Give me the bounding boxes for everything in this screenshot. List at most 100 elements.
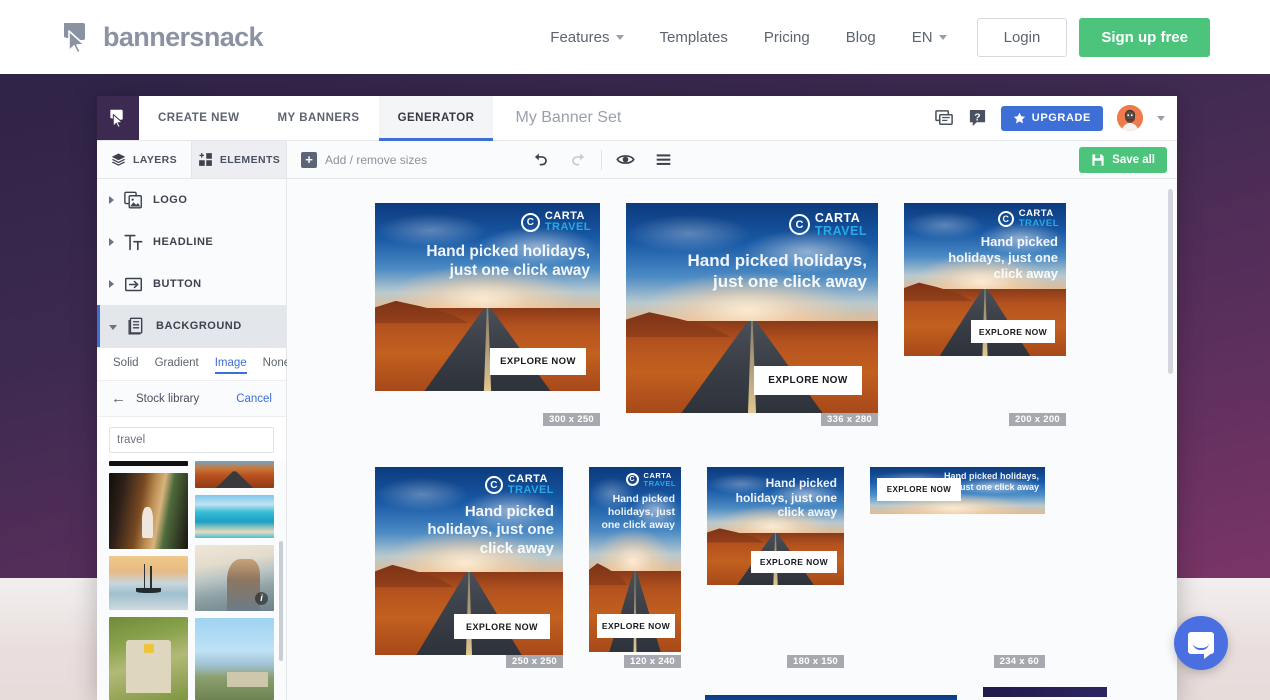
thumb-coast-path-sign[interactable]: [109, 616, 188, 700]
banner-headline[interactable]: Hand picked holidays, just one click awa…: [402, 503, 554, 558]
banner-logo[interactable]: C CARTA TRAVEL: [484, 473, 554, 496]
banner-logo[interactable]: C CARTA TRAVEL: [997, 209, 1059, 228]
chevron-right-icon: [109, 196, 114, 204]
panel-tab-layers[interactable]: LAYERS: [97, 141, 192, 178]
background-layer-icon: [128, 317, 143, 335]
search-input[interactable]: [117, 434, 271, 446]
redo-icon[interactable]: [559, 141, 597, 179]
carta-logo-text: CARTA TRAVEL: [545, 210, 591, 233]
banner-set-name-field[interactable]: My Banner Set: [493, 96, 621, 140]
banner-grid: C CARTA TRAVEL Hand picked holidays, jus…: [287, 203, 1177, 700]
info-icon[interactable]: i: [255, 592, 268, 606]
preview-eye-icon[interactable]: [606, 141, 644, 179]
nav-item-templates[interactable]: Templates: [642, 29, 746, 46]
carta-logo-mark: C: [484, 476, 503, 495]
banner-preview-300x250[interactable]: C CARTA TRAVEL Hand picked holidays, jus…: [375, 203, 600, 391]
thumb-cliff-trail[interactable]: [195, 618, 274, 700]
banner-cta-button[interactable]: EXPLORE NOW: [877, 478, 961, 501]
sidebar-item-background[interactable]: BACKGROUND: [97, 305, 286, 347]
thumb-tropical-beach[interactable]: [195, 495, 274, 538]
add-remove-sizes-button[interactable]: + Add / remove sizes: [287, 141, 441, 178]
save-all-button[interactable]: Save all: [1079, 146, 1167, 173]
banner-preview-180x150[interactable]: Hand picked holidays, just one click awa…: [707, 467, 844, 585]
sidebar-item-label: HEADLINE: [153, 236, 214, 248]
banner-cell: Hand picked holidays, just one click awa…: [707, 467, 844, 668]
menu-icon[interactable]: [644, 141, 682, 179]
banner-preview-250x250[interactable]: C CARTA TRAVEL Hand picked holidays, jus…: [375, 467, 563, 655]
back-arrow-icon[interactable]: ←: [111, 390, 126, 407]
tab-my-banners[interactable]: MY BANNERS: [258, 96, 378, 140]
stock-thumbnail-grid: i: [97, 461, 286, 700]
logo-line-1: CARTA: [814, 211, 861, 225]
banner-headline[interactable]: Hand picked holidays, just one click awa…: [667, 251, 868, 292]
upgrade-button[interactable]: UPGRADE: [1000, 105, 1103, 131]
carta-logo-mark: C: [625, 473, 639, 487]
nav-item-features[interactable]: Features: [532, 29, 641, 46]
banner-headline[interactable]: Hand picked holidays, just one click awa…: [719, 476, 837, 520]
banner-logo[interactable]: C CARTA TRAVEL: [520, 210, 591, 233]
thumb-desert-road[interactable]: [195, 461, 274, 489]
banner-headline[interactable]: Hand picked holidays, just one click awa…: [410, 243, 590, 281]
banner-preview-120x240[interactable]: C CARTA TRAVEL Hand picked holidays, jus…: [589, 467, 681, 652]
thumb-sailboat-sunset[interactable]: [109, 556, 188, 610]
signup-button[interactable]: Sign up free: [1079, 17, 1210, 57]
avatar[interactable]: [1117, 105, 1143, 131]
banner-preview-336x280[interactable]: C CARTA TRAVEL Hand picked holidays, jus…: [626, 203, 878, 413]
chevron-right-icon: [109, 280, 114, 288]
banner-preview-320x50[interactable]: Hand picked holidays, just one click awa…: [705, 695, 957, 700]
carta-logo-mark: C: [520, 212, 540, 232]
banner-preview-200x200[interactable]: C CARTA TRAVEL Hand picked holidays, jus…: [904, 203, 1066, 356]
banner-size-badge: 234 x 60: [993, 655, 1045, 668]
banner-canvas: C CARTA TRAVEL Hand picked holidays, jus…: [287, 179, 1177, 700]
banner-headline[interactable]: Hand picked holidays, just one click awa…: [932, 234, 1058, 282]
elements-icon: [198, 153, 212, 166]
canvas-toolbar: [521, 141, 682, 178]
tab-generator[interactable]: GENERATOR: [378, 96, 494, 141]
thumb-partial-top[interactable]: [109, 461, 188, 467]
brand-logo[interactable]: bannersnack: [60, 20, 264, 54]
comments-icon[interactable]: [934, 109, 954, 128]
undo-icon[interactable]: [521, 141, 559, 179]
bg-tab-image[interactable]: Image: [214, 357, 247, 374]
banner-cta-button[interactable]: EXPLORE NOW: [454, 614, 550, 639]
chevron-right-icon: [109, 238, 114, 246]
panel-tab-elements[interactable]: ELEMENTS: [192, 141, 287, 178]
nav-item-pricing[interactable]: Pricing: [746, 29, 828, 46]
banner-cta-button[interactable]: EXPLORE NOW: [751, 551, 837, 573]
bg-tab-solid[interactable]: Solid: [113, 357, 139, 374]
app-home-button[interactable]: [97, 96, 139, 140]
nav-item-blog[interactable]: Blog: [828, 29, 894, 46]
sidebar-item-button[interactable]: BUTTON: [97, 263, 286, 305]
banner-cta-button[interactable]: EXPLORE NOW: [490, 348, 586, 375]
cursor-logo-icon: [60, 20, 94, 54]
sidebar-item-label: BUTTON: [153, 278, 202, 290]
banner-preview-partial-1[interactable]: [983, 687, 1107, 697]
banner-preview-234x60[interactable]: Hand picked holidays, just one click awa…: [870, 467, 1045, 514]
banner-cta-button[interactable]: EXPLORE NOW: [754, 366, 862, 395]
banner-logo[interactable]: C CARTA TRAVEL: [788, 211, 867, 238]
tab-create-new[interactable]: CREATE NEW: [139, 96, 258, 140]
layers-icon: [111, 153, 126, 166]
intercom-chat-button[interactable]: [1174, 616, 1228, 670]
stock-search-box[interactable]: [109, 427, 274, 453]
canvas-scrollbar[interactable]: [1168, 189, 1173, 374]
smile-icon: [1193, 643, 1209, 650]
login-button[interactable]: Login: [976, 17, 1068, 57]
cancel-link[interactable]: Cancel: [236, 393, 272, 405]
carta-logo-text: CARTA TRAVEL: [1019, 209, 1059, 228]
banner-cta-button[interactable]: EXPLORE NOW: [597, 614, 675, 638]
bg-tab-gradient[interactable]: Gradient: [155, 357, 199, 374]
banner-headline[interactable]: Hand picked holidays, just one click awa…: [595, 493, 675, 531]
nav-item-language[interactable]: EN: [894, 29, 965, 46]
thumb-woman-photographer[interactable]: i: [195, 544, 274, 612]
banner-cell: C CARTA TRAVEL Hand picked holidays, jus…: [375, 203, 600, 426]
thumb-book-tunnel-girl[interactable]: [109, 473, 188, 550]
sidebar-scrollbar[interactable]: [279, 541, 283, 661]
chevron-down-icon: [615, 34, 624, 40]
banner-logo[interactable]: C CARTA TRAVEL: [625, 472, 676, 487]
banner-cta-button[interactable]: EXPLORE NOW: [971, 320, 1055, 343]
sidebar-item-headline[interactable]: HEADLINE: [97, 221, 286, 263]
help-icon[interactable]: ?: [968, 109, 987, 128]
sidebar-item-logo[interactable]: LOGO: [97, 179, 286, 221]
chevron-down-icon[interactable]: [1157, 115, 1165, 121]
